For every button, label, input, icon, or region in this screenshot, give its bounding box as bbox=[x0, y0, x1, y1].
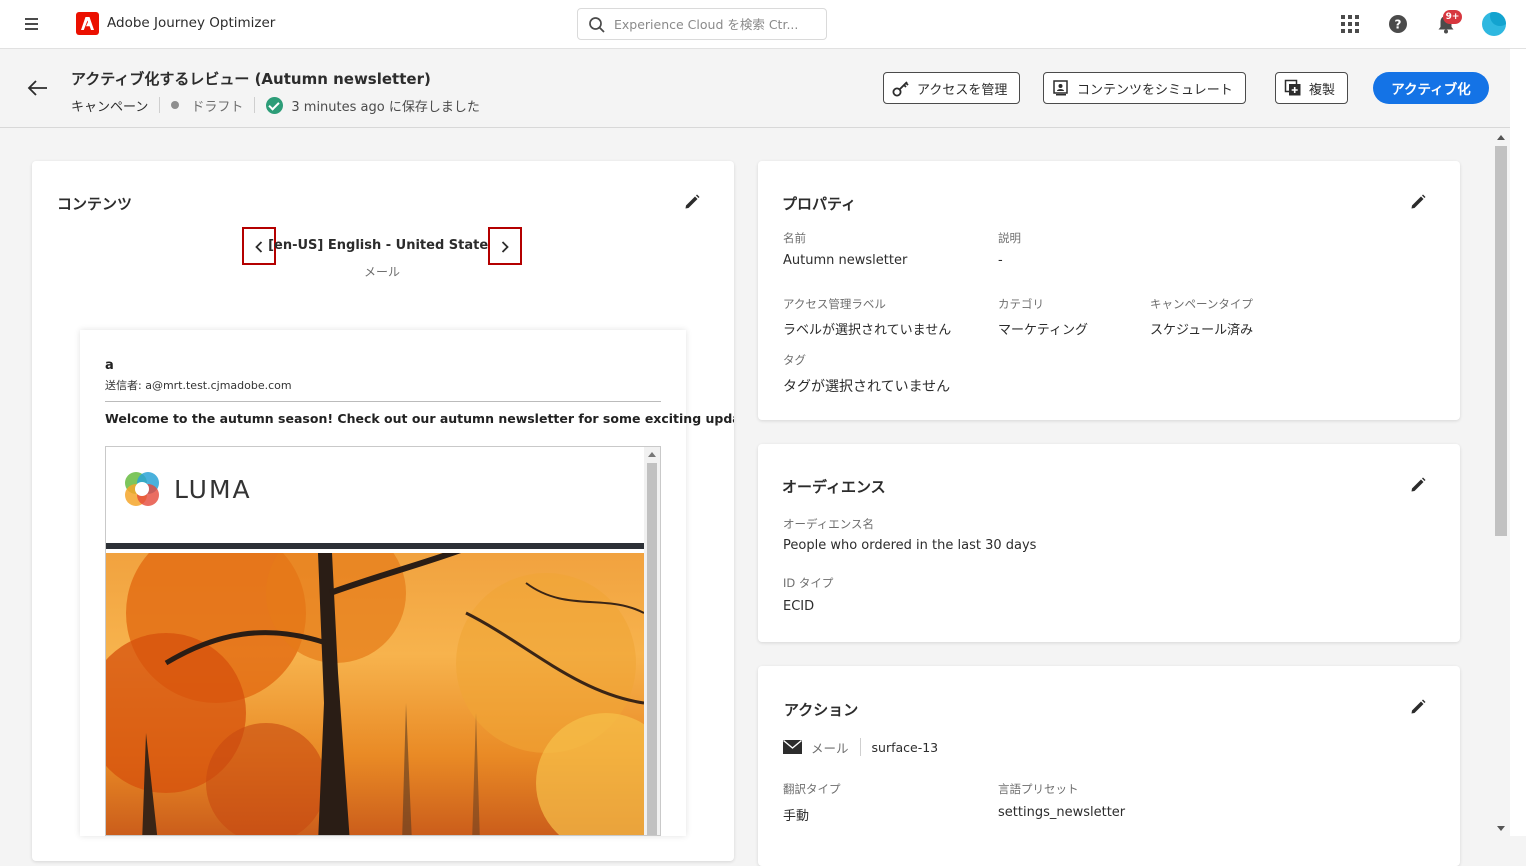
autumn-hero-image bbox=[106, 553, 644, 835]
search-icon bbox=[589, 17, 605, 33]
email-envelope-icon bbox=[783, 740, 802, 754]
email-preheader: Welcome to the autumn season! Check out … bbox=[105, 411, 734, 426]
search-input[interactable] bbox=[614, 15, 819, 33]
content-card-title: コンテンツ bbox=[57, 195, 133, 213]
email-preview: a 送信者: a@mrt.test.cjmadobe.com Welcome t… bbox=[80, 330, 734, 836]
action-channel-row: メール surface-13 bbox=[783, 738, 938, 756]
checkmark-icon bbox=[266, 96, 284, 114]
audience-name-label: オーディエンス名 bbox=[783, 517, 874, 531]
status-dot-icon bbox=[171, 101, 180, 109]
saved-timestamp: 3 minutes ago に保存しました bbox=[291, 99, 480, 115]
email-body-frame[interactable]: LUMA bbox=[105, 446, 661, 836]
preview-scrollbar[interactable] bbox=[644, 447, 660, 835]
key-icon bbox=[892, 81, 909, 97]
next-language-button[interactable] bbox=[488, 227, 522, 265]
edit-audience-icon[interactable] bbox=[1409, 476, 1427, 494]
campaign-type-value: スケジュール済み bbox=[1150, 323, 1254, 338]
audience-card: オーディエンス オーディエンス名 People who ordered in t… bbox=[758, 444, 1460, 642]
properties-card-title: プロパティ bbox=[782, 195, 857, 213]
simulate-icon bbox=[1053, 80, 1068, 96]
language-preset-label: 言語プリセット bbox=[998, 782, 1079, 796]
top-bar: Adobe Journey Optimizer ? 9+ bbox=[0, 0, 1526, 49]
divider bbox=[859, 738, 861, 756]
notification-badge: 9+ bbox=[1443, 10, 1462, 24]
brand-bar bbox=[106, 543, 644, 549]
description-label: 説明 bbox=[998, 231, 1021, 245]
chevron-right-icon bbox=[501, 241, 509, 253]
action-card: アクション メール surface-13 翻訳タイプ 手動 言語プリセット se… bbox=[758, 666, 1460, 866]
page-scrollbar[interactable] bbox=[1494, 130, 1508, 836]
help-icon[interactable]: ? bbox=[1387, 13, 1409, 35]
duplicate-icon bbox=[1284, 79, 1301, 96]
channel-label: メール bbox=[363, 265, 400, 279]
page-header: アクティブ化するレビュー (Autumn newsletter) キャンペーン … bbox=[0, 49, 1526, 128]
user-avatar[interactable] bbox=[1482, 12, 1506, 36]
scroll-up-icon[interactable] bbox=[648, 452, 656, 457]
app-title[interactable]: Adobe Journey Optimizer bbox=[107, 15, 275, 31]
name-label: 名前 bbox=[783, 231, 806, 245]
scrollbar-thumb[interactable] bbox=[1495, 146, 1507, 536]
activate-button[interactable]: アクティブ化 bbox=[1373, 72, 1489, 104]
divider bbox=[159, 97, 161, 113]
language-preset-value: settings_newsletter bbox=[998, 805, 1126, 820]
luma-logo-icon bbox=[122, 469, 162, 509]
divider bbox=[105, 401, 661, 402]
access-label-value: ラベルが選択されていません bbox=[783, 323, 952, 338]
name-value: Autumn newsletter bbox=[783, 253, 908, 268]
audience-card-title: オーディエンス bbox=[782, 478, 886, 496]
divider bbox=[254, 97, 256, 113]
scroll-down-icon[interactable] bbox=[1497, 826, 1505, 831]
manage-access-button[interactable]: アクセスを管理 bbox=[883, 72, 1021, 104]
page-title: アクティブ化するレビュー (Autumn newsletter) bbox=[71, 70, 431, 88]
tags-value: タグが選択されていません bbox=[783, 379, 951, 395]
email-subject: a bbox=[105, 358, 114, 373]
campaign-type-label: キャンペーンタイプ bbox=[1150, 297, 1253, 311]
edit-properties-icon[interactable] bbox=[1409, 193, 1427, 211]
search-box[interactable] bbox=[577, 8, 827, 40]
category-value: マーケティング bbox=[998, 323, 1088, 338]
back-arrow-icon[interactable] bbox=[27, 79, 49, 97]
content-card: コンテンツ [en-US] English - United States メー… bbox=[32, 161, 734, 861]
surface-value: surface-13 bbox=[871, 739, 939, 755]
manage-access-label: アクセスを管理 bbox=[917, 82, 1008, 98]
tags-label: タグ bbox=[783, 353, 806, 367]
id-type-value: ECID bbox=[783, 599, 815, 614]
properties-card: プロパティ 名前 Autumn newsletter 説明 - アクセス管理ラベ… bbox=[758, 161, 1460, 420]
apps-grid-icon[interactable] bbox=[1339, 13, 1361, 35]
access-label-label: アクセス管理ラベル bbox=[783, 297, 886, 311]
hamburger-menu-icon[interactable] bbox=[22, 14, 42, 34]
simulate-content-label: コンテンツをシミュレート bbox=[1077, 82, 1233, 98]
duplicate-button[interactable]: 複製 bbox=[1275, 72, 1349, 104]
action-card-title: アクション bbox=[784, 701, 859, 719]
translation-type-label: 翻訳タイプ bbox=[783, 782, 841, 796]
audience-name-value: People who ordered in the last 30 days bbox=[783, 538, 1037, 553]
svg-text:?: ? bbox=[1395, 18, 1402, 32]
campaign-meta: キャンペーン ドラフト 3 minutes ago に保存しました bbox=[71, 95, 480, 115]
status-badge: ドラフト bbox=[191, 99, 244, 115]
simulate-content-button[interactable]: コンテンツをシミュレート bbox=[1043, 72, 1246, 104]
translation-type-value: 手動 bbox=[783, 809, 810, 824]
language-label: [en-US] English - United States bbox=[268, 238, 496, 253]
category-label: カテゴリ bbox=[998, 297, 1044, 311]
scroll-up-icon[interactable] bbox=[1497, 135, 1505, 140]
duplicate-label: 複製 bbox=[1309, 82, 1336, 98]
email-sender: 送信者: a@mrt.test.cjmadobe.com bbox=[105, 379, 292, 392]
campaign-type: キャンペーン bbox=[71, 99, 149, 115]
edit-content-icon[interactable] bbox=[683, 193, 701, 211]
scrollbar-thumb[interactable] bbox=[647, 463, 657, 835]
right-gutter bbox=[1510, 49, 1526, 836]
luma-brand-text: LUMA bbox=[174, 475, 252, 504]
description-value: - bbox=[998, 253, 1003, 268]
action-channel-label: メール bbox=[811, 740, 849, 756]
id-type-label: ID タイプ bbox=[783, 576, 834, 590]
adobe-logo-icon[interactable] bbox=[76, 12, 99, 35]
edit-action-icon[interactable] bbox=[1409, 698, 1427, 716]
